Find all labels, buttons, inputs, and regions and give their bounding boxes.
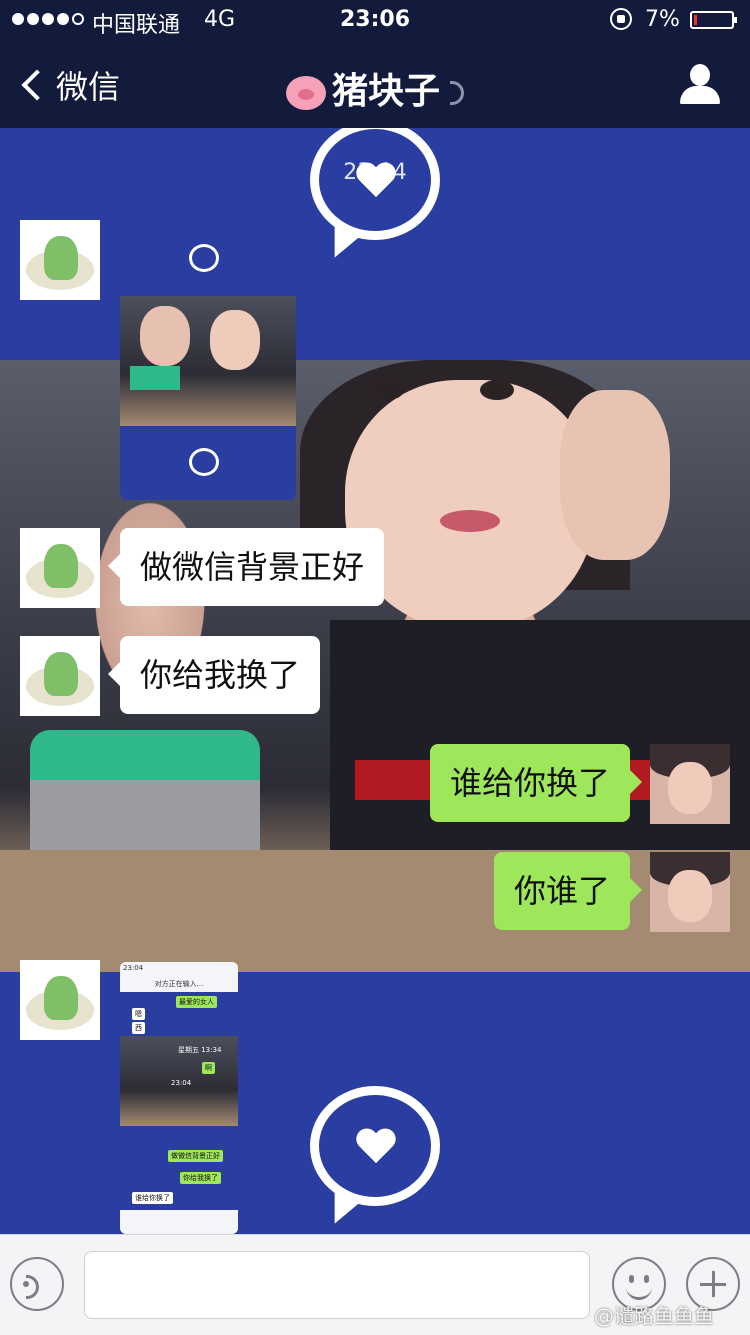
contact-avatar[interactable] xyxy=(20,636,100,716)
outgoing-message[interactable]: 你谁了 xyxy=(493,852,643,930)
incoming-message[interactable]: 做微信背景正好 xyxy=(107,528,385,606)
image-thumbnail xyxy=(120,296,296,426)
status-time: 23:06 xyxy=(339,7,411,32)
thumbnail-input-bar xyxy=(120,1210,238,1234)
weibo-watermark: @谴路鱼鱼鱼 xyxy=(594,1304,714,1328)
contact-avatar[interactable] xyxy=(20,528,100,608)
nav-bar: 微信 猪块子 xyxy=(0,40,750,128)
message-timestamp: 23:04 xyxy=(343,160,407,185)
status-bar: 中国联通 4G 23:06 7% xyxy=(0,0,750,40)
contact-avatar[interactable] xyxy=(20,960,100,1040)
heart-bubble-icon xyxy=(189,448,219,476)
incoming-message[interactable]: 你给我换了 xyxy=(107,636,321,714)
profile-button[interactable] xyxy=(680,64,720,106)
image-message[interactable] xyxy=(120,222,296,500)
bubble-heart-logo-bottom xyxy=(310,1086,440,1230)
rotation-lock-icon xyxy=(610,8,632,30)
pig-face-icon xyxy=(285,76,326,110)
voice-icon[interactable] xyxy=(10,1257,64,1311)
screenshot-image-message[interactable]: 23:04 对方正在输入... 最爱的女人 嗯 西 星期五 13:34 啊 23… xyxy=(120,962,238,1234)
thumbnail-chat: 最爱的女人 嗯 西 星期五 13:34 啊 23:04 做微信背景正好 xyxy=(120,992,238,1168)
thumbnail-header: 23:04 对方正在输入... xyxy=(120,962,238,992)
message-input[interactable] xyxy=(84,1251,590,1319)
chat-title-text: 猪块子 xyxy=(331,71,440,112)
my-avatar[interactable] xyxy=(650,852,730,932)
profile-icon xyxy=(690,64,710,86)
outgoing-message[interactable]: 谁给你换了 xyxy=(429,744,643,822)
contact-avatar[interactable] xyxy=(20,220,100,300)
ear-icon xyxy=(450,81,464,105)
battery-icon xyxy=(690,11,737,29)
chat-title: 猪块子 xyxy=(0,62,750,114)
heart-bubble-icon xyxy=(189,244,219,272)
my-avatar[interactable] xyxy=(650,744,730,824)
battery-percent: 7% xyxy=(645,7,680,32)
